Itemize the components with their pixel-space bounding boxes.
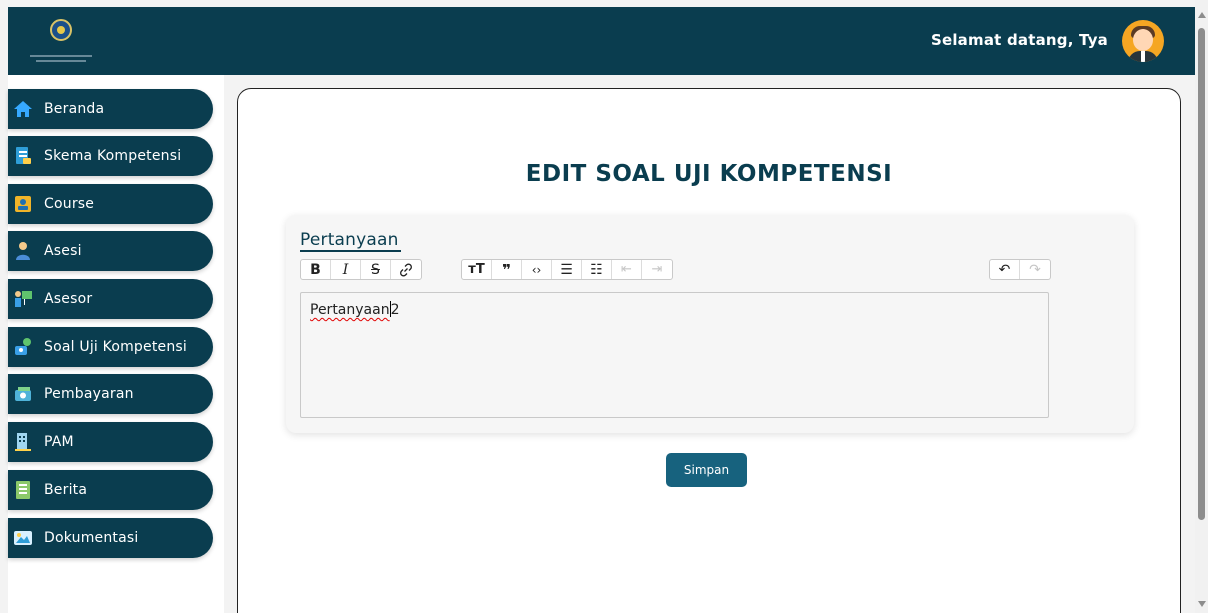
sidebar-item-label: Asesor [44,291,93,307]
question-text-editor[interactable]: Pertanyaan2 [300,292,1049,418]
sidebar-item-pembayaran[interactable]: Pembayaran [8,374,213,414]
undo-icon: ↶ [998,261,1011,278]
block-formatting-toolbar: ᴛT ❞ ‹› ☰ ☷ ⇤ ⇥ [461,259,673,280]
question-editor-content[interactable]: Pertanyaan2 [310,301,400,318]
user-icon [13,241,33,261]
sidebar-item-label: Course [44,196,95,212]
document-icon [13,146,33,166]
sidebar-item-course[interactable]: Course [8,184,213,224]
misspelled-word: Pertanyaan [310,302,390,318]
undo-button[interactable]: ↶ [990,260,1020,279]
question-number-text: 2 [390,302,400,318]
italic-button[interactable]: I [331,260,361,279]
sidebar-item-asesor[interactable]: Asesor [8,279,213,319]
link-button[interactable] [391,260,421,279]
heading-icon: ᴛT [468,262,485,277]
redo-icon: ↷ [1029,261,1041,278]
bullet-list-icon: ☰ [560,261,573,278]
text-formatting-toolbar: B I S [300,259,422,280]
sidebar: Beranda Skema Kompetensi Course Asesi As [8,75,224,613]
sidebar-item-label: PAM [44,434,74,450]
top-header: Selamat datang, Tya [8,7,1195,75]
welcome-text: Selamat datang, Tya [930,31,1108,49]
window-left-strip [0,0,8,613]
image-icon [13,528,33,548]
sidebar-item-berita[interactable]: Berita [8,470,213,510]
question-editor-card: Pertanyaan B I S ᴛT ❞ ‹› ☰ ☷ ⇤ ⇥ ↶ ↷ Per… [286,215,1134,433]
news-icon [13,480,33,500]
indent-button[interactable]: ⇥ [642,260,672,279]
redo-button[interactable]: ↷ [1020,260,1050,279]
scroll-up-arrow-icon[interactable] [1198,12,1206,18]
numbered-list-icon: ☷ [590,261,603,278]
logo-text-line [36,60,86,62]
strikethrough-button[interactable]: S [361,260,391,279]
logo[interactable] [30,19,92,63]
indent-icon: ⇥ [651,262,663,277]
sidebar-item-asesi[interactable]: Asesi [8,231,213,271]
app-page: Selamat datang, Tya Beranda Skema Kompet… [0,0,1208,613]
presenter-icon [13,289,33,309]
user-avatar[interactable] [1122,20,1164,62]
sidebar-item-label: Berita [44,482,88,498]
italic-icon: I [342,261,349,278]
sidebar-item-label: Pembayaran [44,386,134,402]
quote-button[interactable]: ❞ [492,260,522,279]
sidebar-item-beranda[interactable]: Beranda [8,89,213,129]
sidebar-item-dokumentasi[interactable]: Dokumentasi [8,518,213,558]
main-content-card: EDIT SOAL UJI KOMPETENSI Pertanyaan B I … [237,88,1181,613]
exam-icon [13,337,33,357]
numbered-list-button[interactable]: ☷ [582,260,612,279]
bullet-list-button[interactable]: ☰ [552,260,582,279]
logo-text-line [30,55,92,57]
bold-icon: B [310,261,321,278]
sidebar-item-label: Dokumentasi [44,530,139,546]
page-title: EDIT SOAL UJI KOMPETENSI [525,161,893,187]
home-icon [13,99,33,119]
avatar-tie [1141,51,1145,62]
sidebar-item-pam[interactable]: PAM [8,422,213,462]
sidebar-item-soal-uji-kompetensi[interactable]: Soal Uji Kompetensi [8,327,213,367]
outdent-button[interactable]: ⇤ [612,260,642,279]
scrollbar-thumb[interactable] [1198,28,1205,520]
sidebar-item-label: Soal Uji Kompetensi [44,339,187,355]
code-button[interactable]: ‹› [522,260,552,279]
quote-icon: ❞ [502,260,511,279]
logo-emblem-icon [50,19,72,41]
save-button[interactable]: Simpan [666,453,747,487]
scroll-down-arrow-icon[interactable] [1198,601,1206,607]
link-icon [400,263,412,276]
sidebar-item-label: Asesi [44,243,82,259]
sidebar-item-skema-kompetensi[interactable]: Skema Kompetensi [8,136,213,176]
course-icon [13,194,33,214]
history-toolbar: ↶ ↷ [989,259,1051,280]
bold-button[interactable]: B [301,260,331,279]
question-label-underline [300,250,401,252]
building-icon [13,432,33,452]
outdent-icon: ⇤ [621,262,632,277]
vertical-scrollbar[interactable] [1195,0,1208,613]
heading-button[interactable]: ᴛT [462,260,492,279]
code-icon: ‹› [531,262,542,277]
question-label: Pertanyaan [300,230,399,250]
strikethrough-icon: S [371,261,380,278]
avatar-face [1133,29,1153,51]
money-icon [13,384,33,404]
sidebar-item-label: Skema Kompetensi [44,148,182,164]
sidebar-item-label: Beranda [44,101,105,117]
